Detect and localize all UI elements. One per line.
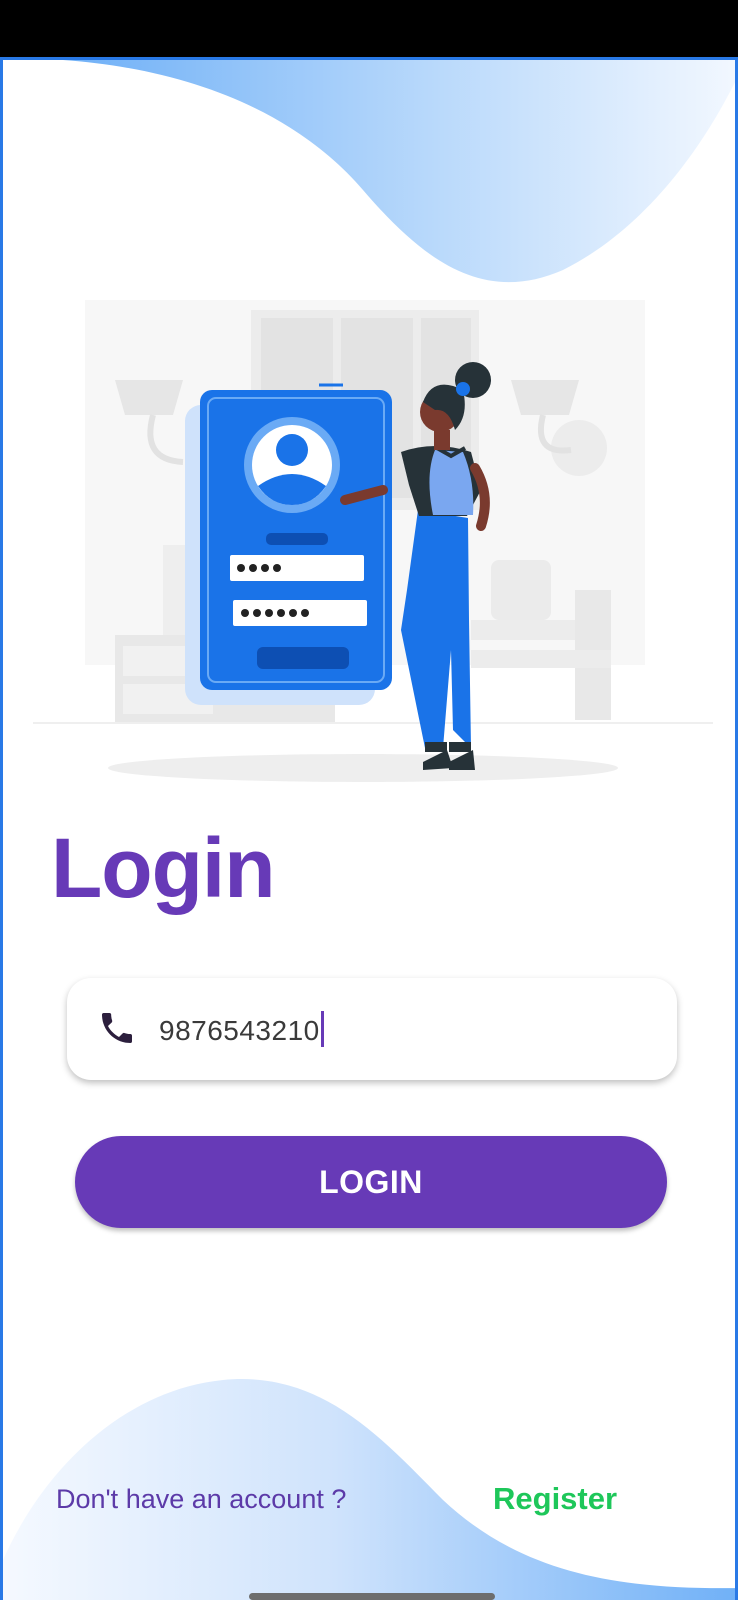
status-bar (0, 0, 738, 57)
no-account-prompt: Don't have an account ? (56, 1484, 347, 1514)
login-button[interactable]: LOGIN (75, 1136, 667, 1228)
bottom-wave-decoration (3, 1379, 735, 1600)
page-title: Login (51, 821, 276, 915)
login-illustration (33, 300, 713, 782)
phone-number-value: 9876543210 (159, 1015, 320, 1046)
login-screen: Login 9876543210 LOGIN Don't have an acc… (0, 57, 738, 1600)
top-wave-decoration (63, 60, 735, 283)
phone-number-input[interactable]: 9876543210 (67, 978, 677, 1080)
gesture-nav-handle[interactable] (249, 1593, 495, 1600)
text-cursor (320, 1011, 324, 1047)
phone-icon (102, 1013, 132, 1043)
register-link[interactable]: Register (493, 1481, 617, 1517)
